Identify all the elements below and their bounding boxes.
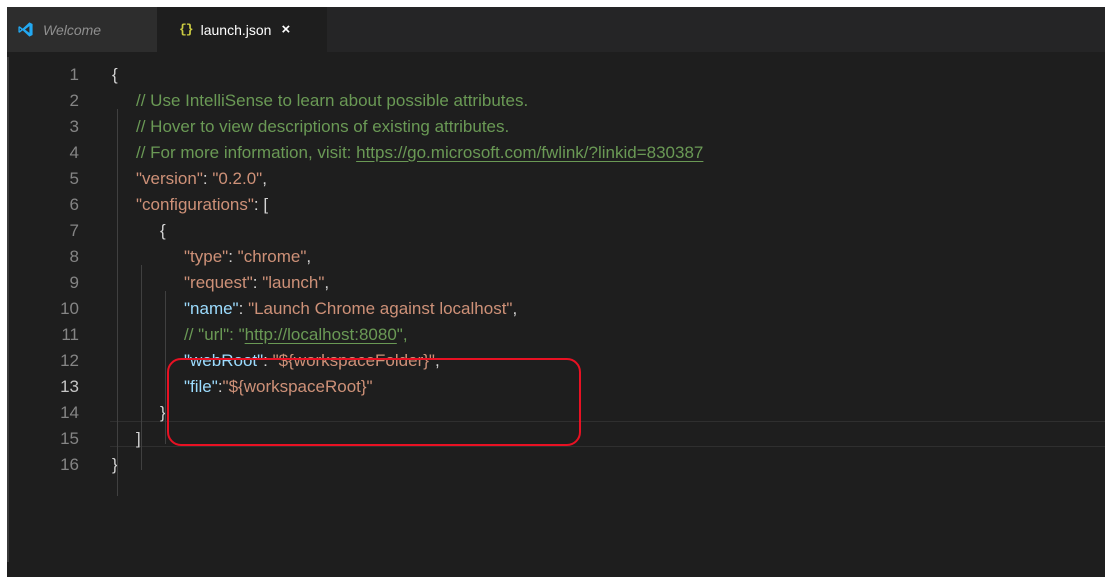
- code-token: ,: [306, 247, 312, 266]
- indent-guide: [141, 265, 142, 470]
- indent-guide: [117, 109, 118, 496]
- code-token: "request": [184, 273, 253, 292]
- code-token: {: [160, 221, 166, 240]
- code-line[interactable]: 11 // "url": "http://localhost:8080",: [7, 322, 1105, 348]
- line-number: 16: [60, 455, 79, 474]
- line-number: 12: [60, 351, 79, 370]
- line-number: 4: [69, 143, 79, 162]
- code-editor[interactable]: 1{2// Use IntelliSense to learn about po…: [7, 52, 1105, 577]
- line-number: 15: [60, 429, 79, 448]
- indent-guide: [165, 291, 166, 444]
- code-line[interactable]: 4 // For more information, visit: https:/…: [7, 140, 1105, 166]
- code-token: :: [228, 247, 238, 266]
- code-line[interactable]: 7{: [7, 218, 1105, 244]
- code-content: // Hover to view descriptions of existin…: [136, 114, 509, 140]
- line-number: 5: [69, 169, 79, 188]
- code-line[interactable]: 6 "configurations": [: [7, 192, 1105, 218]
- code-token: ",: [396, 325, 408, 344]
- link-token[interactable]: https://go.microsoft.com/fwlink/?linkid=…: [356, 143, 703, 162]
- line-number: 11: [61, 325, 79, 344]
- code-line[interactable]: 8 "type": "chrome",: [7, 244, 1105, 270]
- code-content: // "url": "http://localhost:8080",: [184, 322, 408, 348]
- line-number: 6: [69, 195, 79, 214]
- close-icon[interactable]: ×: [281, 21, 290, 38]
- editor-tab-bar: Welcome {} launch.json ×: [7, 7, 1105, 52]
- line-number: 3: [69, 117, 79, 136]
- code-line[interactable]: 5 "version": "0.2.0",: [7, 166, 1105, 192]
- code-token: "Launch Chrome against localhost": [248, 299, 513, 318]
- code-token: // Use IntelliSense to learn about possi…: [136, 91, 529, 110]
- json-braces-icon: {}: [179, 22, 194, 37]
- tab-launch-json[interactable]: {} launch.json ×: [157, 7, 327, 52]
- code-token: "version": [136, 169, 203, 188]
- code-token: :: [202, 169, 213, 188]
- code-token: ,: [324, 273, 330, 292]
- code-token: "configurations": [136, 195, 254, 214]
- code-token: "name": [184, 299, 239, 318]
- link-token[interactable]: http://localhost:8080: [245, 325, 397, 344]
- line-number: 2: [69, 91, 79, 110]
- line-number: 7: [69, 221, 79, 240]
- code-content: {: [112, 62, 118, 88]
- code-content: "name": "Launch Chrome against localhost…: [184, 296, 517, 322]
- code-token: // For more information, visit:: [136, 143, 357, 162]
- code-token: "launch": [262, 273, 325, 292]
- tab-label: launch.json: [200, 21, 272, 38]
- tab-welcome[interactable]: Welcome: [7, 7, 157, 52]
- vscode-window: Welcome {} launch.json × 1{2// Use Intel…: [7, 7, 1105, 577]
- code-content: {: [160, 218, 166, 244]
- code-token: : [: [253, 195, 269, 214]
- code-token: "0.2.0": [212, 169, 263, 188]
- code-token: // "url": ": [184, 325, 245, 344]
- code-content: "type": "chrome",: [184, 244, 311, 270]
- code-line[interactable]: 2 // Use IntelliSense to learn about poss…: [7, 88, 1105, 114]
- code-line[interactable]: 16}: [7, 452, 1105, 478]
- code-token: "chrome": [237, 247, 307, 266]
- code-token: :: [252, 273, 263, 292]
- line-number: 13: [60, 377, 79, 396]
- vscode-logo-icon: [18, 22, 33, 37]
- code-token: ,: [262, 169, 267, 188]
- code-line[interactable]: 10 "name": "Launch Chrome against localho…: [7, 296, 1105, 322]
- code-content: "configurations": [: [136, 192, 268, 218]
- code-token: ,: [512, 299, 518, 318]
- code-token: {: [112, 65, 118, 84]
- code-token: "type": [184, 247, 229, 266]
- red-annotation-box: [167, 358, 581, 446]
- line-number: 9: [69, 273, 79, 292]
- line-number: 1: [69, 65, 79, 84]
- code-line[interactable]: 3 // Hover to view descriptions of existi…: [7, 114, 1105, 140]
- code-content: "request": "launch",: [184, 270, 329, 296]
- code-line[interactable]: 1{: [7, 62, 1105, 88]
- code-content: // Use IntelliSense to learn about possi…: [136, 88, 528, 114]
- code-content: // For more information, visit: https://…: [136, 140, 703, 166]
- line-number: 10: [60, 299, 79, 318]
- code-content: "version": "0.2.0",: [136, 166, 267, 192]
- code-token: :: [238, 299, 249, 318]
- line-number: 14: [60, 403, 79, 422]
- tab-label: Welcome: [43, 21, 102, 38]
- code-line[interactable]: 9 "request": "launch",: [7, 270, 1105, 296]
- code-token: // Hover to view descriptions of existin…: [136, 117, 510, 136]
- line-number: 8: [69, 247, 79, 266]
